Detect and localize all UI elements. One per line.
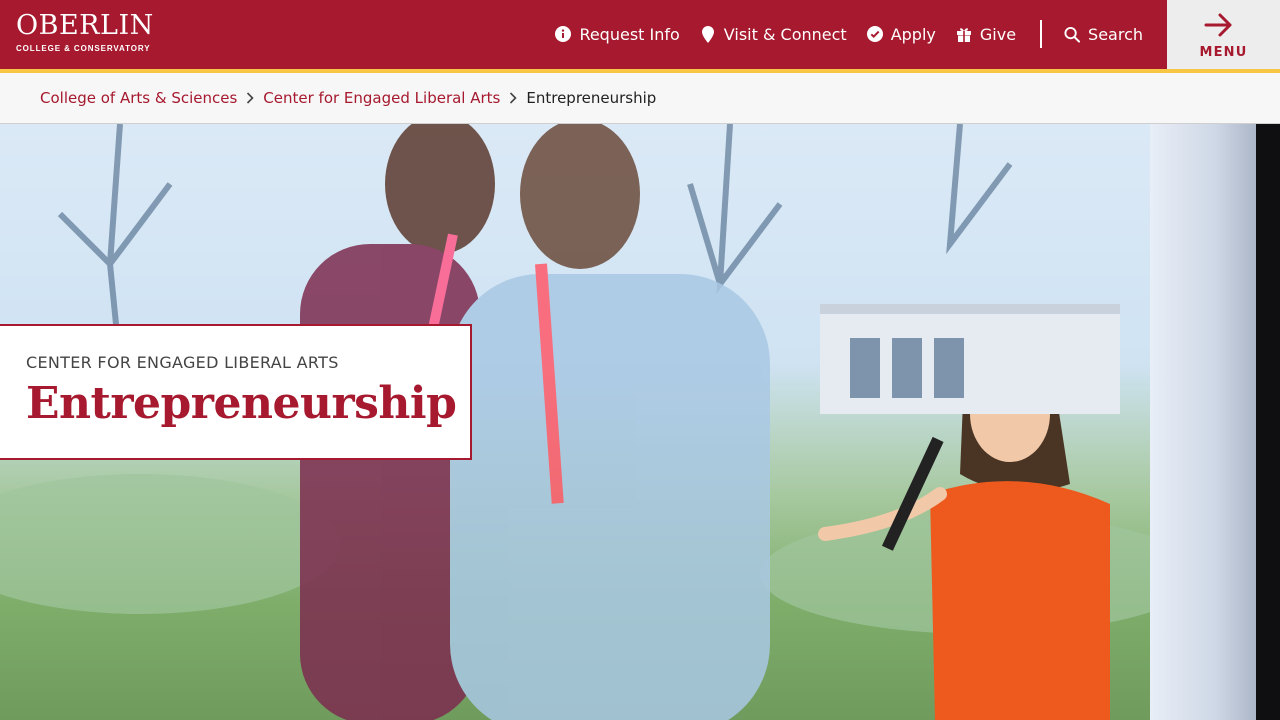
chevron-right-icon (237, 92, 263, 104)
info-circle-icon (555, 26, 572, 42)
stage-pillar (1150, 124, 1258, 720)
nav-apply[interactable]: Apply (866, 24, 936, 44)
hero-building (820, 304, 1120, 414)
nav-request-info-label: Request Info (579, 24, 680, 44)
check-circle-icon (866, 26, 883, 42)
nav-give-label: Give (979, 24, 1017, 44)
nav-visit-connect-label: Visit & Connect (723, 24, 847, 44)
nav-give[interactable]: Give (956, 25, 1016, 44)
stage-edge (1256, 124, 1280, 720)
arrow-right-icon (1204, 13, 1234, 41)
page-title-card: CENTER FOR ENGAGED LIBERAL ARTS Entrepre… (0, 324, 472, 460)
window (934, 338, 964, 398)
map-pin-icon (700, 25, 716, 43)
nav-request-info[interactable]: Request Info (555, 24, 680, 44)
logo-subtitle: COLLEGE & CONSERVATORY (16, 44, 151, 53)
nav-search-label: Search (1088, 24, 1143, 44)
page-title: Entrepreneurship (26, 378, 457, 429)
utility-nav: Request Info Visit & Connect Apply Give (535, 0, 1143, 68)
nav-divider (1040, 20, 1043, 48)
chevron-right-icon (500, 92, 526, 104)
nav-apply-label: Apply (890, 24, 936, 44)
breadcrumb-current: Entrepreneurship (526, 89, 657, 107)
breadcrumb-engaged-liberal-arts[interactable]: Center for Engaged Liberal Arts (263, 89, 500, 107)
menu-button-label: MENU (1199, 45, 1248, 60)
window (850, 338, 880, 398)
gift-icon (956, 26, 972, 42)
oberlin-logo[interactable]: OBERLIN COLLEGE & CONSERVATORY (16, 11, 154, 54)
nav-search[interactable]: Search (1064, 25, 1143, 44)
logo-wordmark: OBERLIN (16, 10, 154, 41)
page-eyebrow: CENTER FOR ENGAGED LIBERAL ARTS (26, 353, 339, 372)
breadcrumb-arts-sciences[interactable]: College of Arts & Sciences (40, 89, 237, 107)
menu-button[interactable]: MENU (1167, 0, 1280, 69)
search-icon (1064, 26, 1081, 43)
nav-visit-connect[interactable]: Visit & Connect (700, 25, 847, 44)
site-header: OBERLIN COLLEGE & CONSERVATORY Request I… (0, 0, 1280, 70)
window (892, 338, 922, 398)
breadcrumb: College of Arts & Sciences Center for En… (0, 73, 1280, 124)
